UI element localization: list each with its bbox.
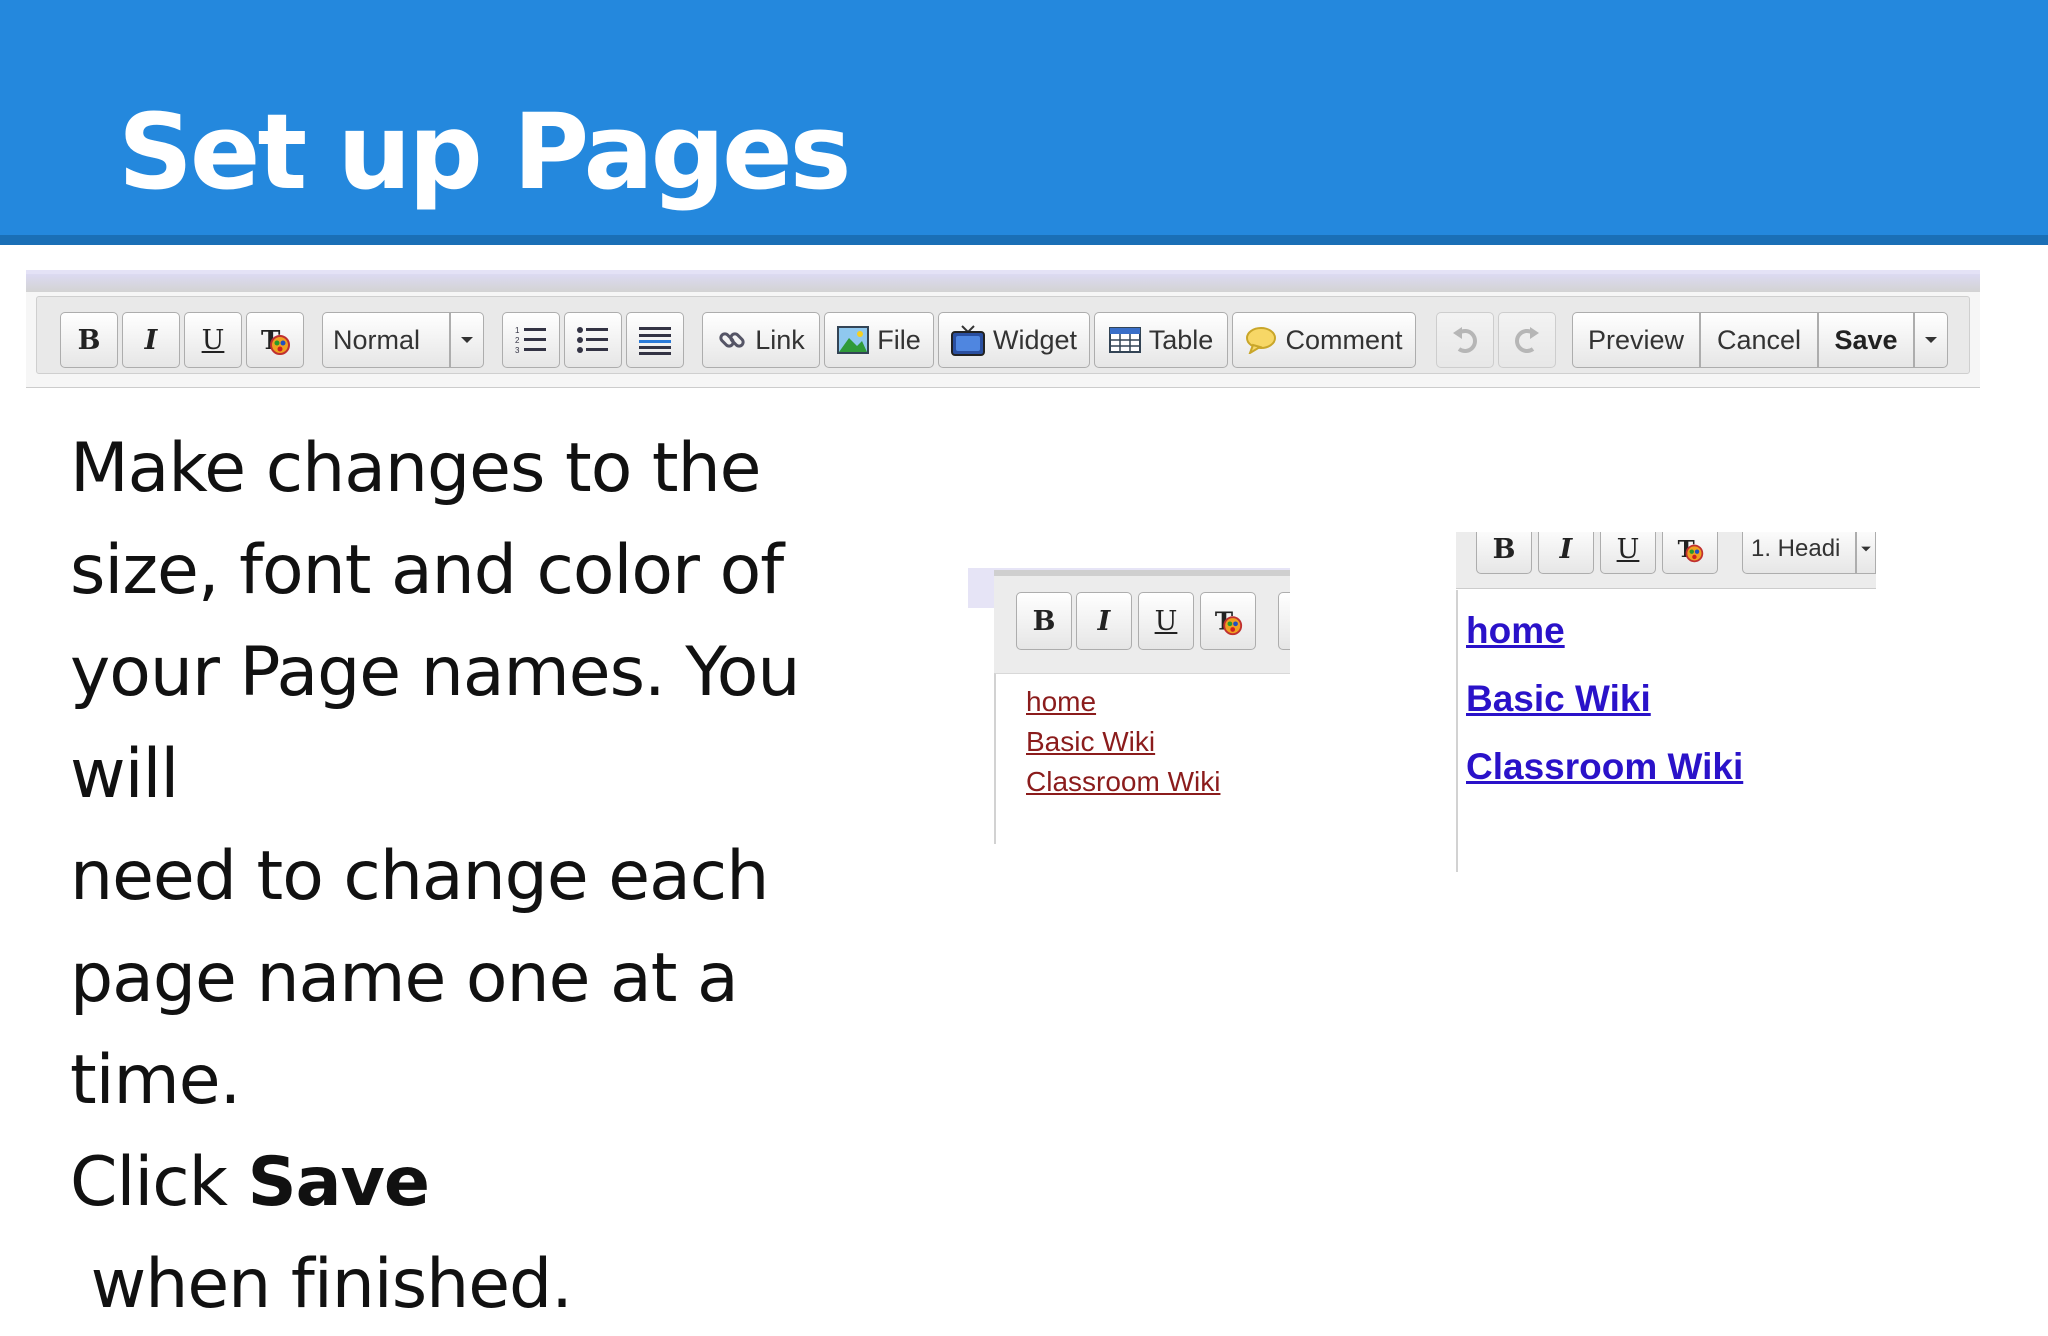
table-icon <box>1108 327 1141 353</box>
page-link-home[interactable]: home <box>1026 686 1096 718</box>
bullet-list-button[interactable] <box>564 312 622 368</box>
page-link-classroom-wiki[interactable]: Classroom Wiki <box>1466 746 1743 788</box>
instructions-text: Make changes to the size, font and color… <box>70 418 920 1336</box>
save-emphasis: Save <box>247 1143 430 1222</box>
numbered-list-button[interactable]: 123 <box>502 312 560 368</box>
chevron-down-icon <box>1861 546 1871 552</box>
format-dropdown-button[interactable] <box>1856 532 1876 574</box>
undo-icon <box>1453 327 1477 353</box>
image-file-icon <box>837 326 870 354</box>
format-dropdown-button[interactable] <box>450 312 484 368</box>
undo-button[interactable] <box>1436 312 1494 368</box>
format-select[interactable] <box>1278 592 1290 650</box>
widget-button[interactable]: Widget <box>938 312 1090 368</box>
file-button[interactable]: File <box>824 312 934 368</box>
svg-text:1: 1 <box>515 326 520 335</box>
italic-button[interactable]: I <box>122 312 180 368</box>
page-link-home[interactable]: home <box>1466 610 1565 652</box>
cancel-button[interactable]: Cancel <box>1700 312 1818 368</box>
text-color-icon: T <box>1678 536 1704 563</box>
save-button[interactable]: Save <box>1818 312 1914 368</box>
tv-widget-icon <box>950 325 985 356</box>
page-link-basic-wiki[interactable]: Basic Wiki <box>1466 678 1651 720</box>
horizontal-rule-button[interactable] <box>626 312 684 368</box>
text-color-button[interactable]: T <box>246 312 304 368</box>
svg-text:3: 3 <box>515 346 520 355</box>
underline-button[interactable]: U <box>1600 532 1656 574</box>
underline-button[interactable]: U <box>1138 592 1194 650</box>
editor-toolbar: B I U T Normal 123 Link File Widget Tabl… <box>26 270 1980 388</box>
format-select[interactable]: 1. Headi <box>1742 532 1856 574</box>
instructions-line: size, font and color of <box>70 531 784 610</box>
comment-button[interactable]: Comment <box>1232 312 1416 368</box>
instructions-line-prefix: Click <box>70 1143 248 1222</box>
text-color-button[interactable]: T <box>1200 592 1256 650</box>
page-link-basic-wiki[interactable]: Basic Wiki <box>1026 726 1155 758</box>
underline-button[interactable]: U <box>184 312 242 368</box>
text-color-icon: T <box>261 326 290 356</box>
svg-text:2: 2 <box>515 336 520 345</box>
horizontal-rule-icon <box>639 327 671 355</box>
text-color-button[interactable]: T <box>1662 532 1718 574</box>
bold-button[interactable]: B <box>60 312 118 368</box>
after-example-screenshot: B I U T 1. Headi home Basic Wiki Classro… <box>1452 532 1876 872</box>
chevron-down-icon <box>461 337 473 343</box>
comment-bubble-icon <box>1246 327 1277 354</box>
slide-title: Set up Pages <box>118 91 852 213</box>
editor-panel: home Basic Wiki Classroom Wiki <box>1456 590 1876 872</box>
slide-header: Set up Pages <box>0 0 2048 245</box>
text-color-icon: T <box>1215 606 1243 635</box>
instructions-line: need to change each <box>70 837 769 916</box>
italic-button[interactable]: I <box>1076 592 1132 650</box>
instructions-line: your Page names. You will <box>70 633 800 814</box>
table-button[interactable]: Table <box>1094 312 1228 368</box>
preview-button[interactable]: Preview <box>1572 312 1700 368</box>
link-button[interactable]: Link <box>702 312 820 368</box>
numbered-list-icon: 123 <box>515 326 546 355</box>
page-link-classroom-wiki[interactable]: Classroom Wiki <box>1026 766 1220 798</box>
redo-button[interactable] <box>1498 312 1556 368</box>
bullet-list-icon <box>577 327 608 353</box>
save-options-dropdown[interactable] <box>1914 312 1948 368</box>
before-example-screenshot: B I U T home Basic Wiki Classroom Wiki <box>968 568 1290 844</box>
italic-button[interactable]: I <box>1538 532 1594 574</box>
format-select[interactable]: Normal <box>322 312 450 368</box>
bold-button[interactable]: B <box>1016 592 1072 650</box>
editor-panel: home Basic Wiki Classroom Wiki <box>994 673 1290 844</box>
instructions-line: page name one at a time. <box>70 939 739 1120</box>
redo-icon <box>1515 327 1539 353</box>
instructions-line-suffix: when finished. <box>70 1245 573 1324</box>
link-icon <box>719 332 745 348</box>
instructions-line: Make changes to the <box>70 429 762 508</box>
toolbar-band <box>26 274 1980 292</box>
chevron-down-icon <box>1925 337 1937 343</box>
bold-button[interactable]: B <box>1476 532 1532 574</box>
